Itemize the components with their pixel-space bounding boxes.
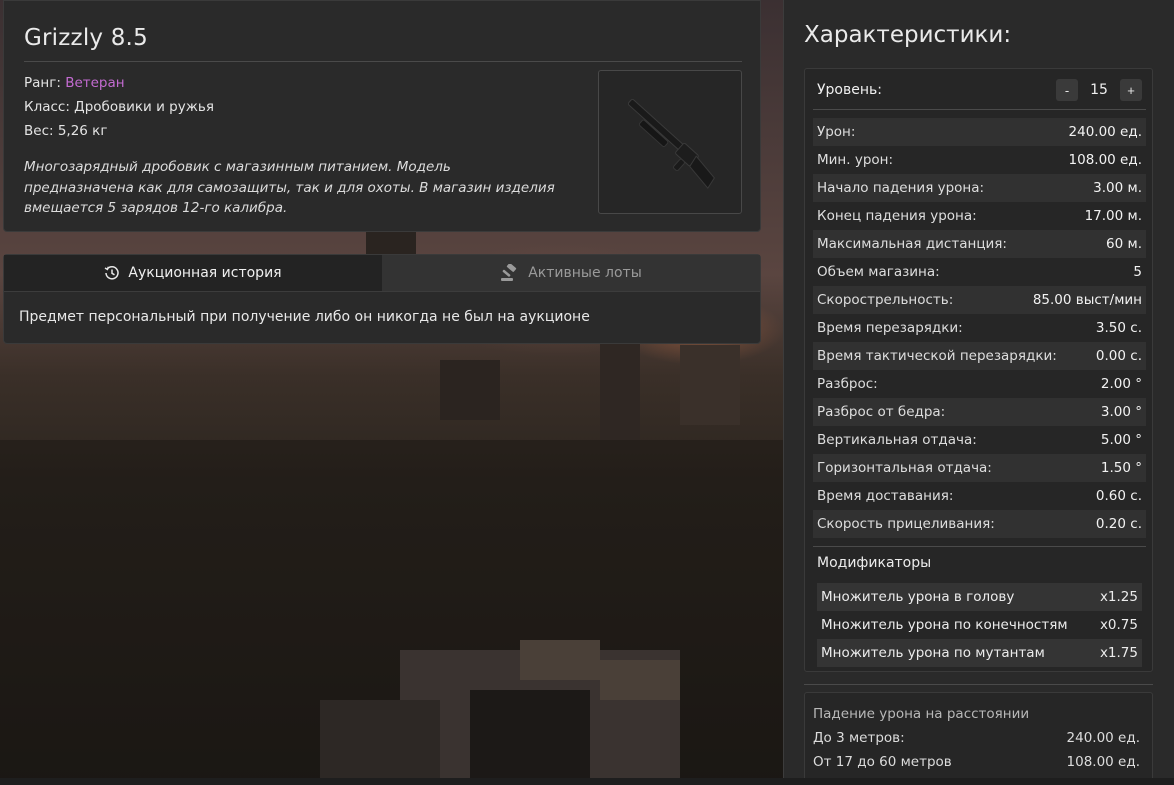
modifier-row: Множитель урона по конечностям x0.75 bbox=[817, 611, 1142, 639]
level-label: Уровень: bbox=[817, 82, 882, 98]
rank-label: Ранг: bbox=[24, 75, 66, 91]
stats-title: Характеристики: bbox=[804, 22, 1012, 48]
stats-divider bbox=[804, 684, 1153, 685]
stat-row: Максимальная дистанция: 60 м. bbox=[813, 230, 1146, 258]
item-class: Класс: Дробовики и ружья bbox=[24, 99, 214, 115]
stat-label: Время тактической перезарядки: bbox=[817, 348, 1057, 364]
stat-row: Мин. урон: 108.00 ед. bbox=[813, 146, 1146, 174]
level-row: Уровень: - 15 + bbox=[817, 77, 1142, 103]
stat-row: Объем магазина: 5 bbox=[813, 258, 1146, 286]
stat-label: Горизонтальная отдача: bbox=[817, 460, 992, 476]
level-increase-button[interactable]: + bbox=[1120, 79, 1142, 101]
item-description: Многозарядный дробовик с магазинным пита… bbox=[24, 159, 555, 216]
level-divider bbox=[813, 109, 1146, 110]
falloff-row: До 3 метров: 240.00 ед. bbox=[813, 730, 1144, 754]
modifiers-divider bbox=[813, 546, 1146, 547]
modifier-row: Множитель урона в голову x1.25 bbox=[817, 583, 1142, 611]
stat-row: Разброс: 2.00 ° bbox=[813, 370, 1146, 398]
stat-value: 1.50 ° bbox=[1100, 460, 1142, 476]
auction-message: Предмет персональный при получение либо … bbox=[19, 309, 590, 325]
stat-value: 85.00 выст/мин bbox=[1032, 292, 1142, 308]
stats-box: Уровень: - 15 + Урон: 240.00 ед. Мин. уро… bbox=[804, 68, 1153, 672]
modifier-row: Множитель урона по мутантам x1.75 bbox=[817, 639, 1142, 667]
bottom-bar bbox=[0, 778, 1174, 785]
stat-value: 240.00 ед. bbox=[1068, 124, 1142, 140]
stat-value: 5 bbox=[1133, 264, 1142, 280]
auction-panel: Аукционная история Активные лоты Предмет… bbox=[3, 254, 761, 344]
stat-row: Время доставания: 0.60 с. bbox=[813, 482, 1146, 510]
stat-row: Скорострельность: 85.00 выст/мин bbox=[813, 286, 1146, 314]
stat-label: Максимальная дистанция: bbox=[817, 236, 1007, 252]
item-title: Grizzly 8.5 bbox=[24, 25, 148, 51]
modifier-list: Множитель урона в голову x1.25 Множитель … bbox=[817, 583, 1142, 667]
stat-label: Скорострельность: bbox=[817, 292, 954, 308]
rank-value: Ветеран bbox=[65, 75, 125, 91]
modifier-value: x1.25 bbox=[1099, 589, 1138, 605]
stats-panel: Характеристики: Уровень: - 15 + Урон: 240… bbox=[783, 0, 1174, 785]
stat-label: Время перезарядки: bbox=[817, 320, 963, 336]
damage-falloff-box: Падение урона на расстоянии До 3 метров:… bbox=[804, 692, 1153, 785]
level-value: 15 bbox=[1090, 82, 1108, 98]
modifier-label: Множитель урона в голову bbox=[821, 589, 1015, 605]
modifiers-title: Модификаторы bbox=[817, 555, 932, 571]
falloff-value: 108.00 ед. bbox=[1066, 754, 1140, 770]
stat-value: 3.50 с. bbox=[1095, 320, 1142, 336]
item-rank: Ранг: Ветеран bbox=[24, 71, 584, 95]
stat-value: 3.00 ° bbox=[1100, 404, 1142, 420]
stat-label: Объем магазина: bbox=[817, 264, 940, 280]
falloff-row: От 17 до 60 метров 108.00 ед. bbox=[813, 754, 1144, 778]
stat-value: 108.00 ед. bbox=[1068, 152, 1142, 168]
falloff-label: От 17 до 60 метров bbox=[813, 754, 952, 770]
stat-label: Скорость прицеливания: bbox=[817, 516, 995, 532]
item-image bbox=[598, 70, 742, 214]
stat-row: Время перезарядки: 3.50 с. bbox=[813, 314, 1146, 342]
stat-value: 2.00 ° bbox=[1100, 376, 1142, 392]
stat-label: Конец падения урона: bbox=[817, 208, 977, 224]
history-icon bbox=[105, 266, 120, 280]
stat-label: Время доставания: bbox=[817, 488, 954, 504]
level-decrease-button[interactable]: - bbox=[1056, 79, 1078, 101]
item-info: Ранг: Ветеран Класс: Дробовики и ружья В… bbox=[24, 71, 584, 219]
auction-tabs: Аукционная история Активные лоты bbox=[4, 255, 760, 292]
stat-row: Время тактической перезарядки: 0.00 с. bbox=[813, 342, 1146, 370]
stat-row: Начало падения урона: 3.00 м. bbox=[813, 174, 1146, 202]
stat-value: 0.00 с. bbox=[1095, 348, 1142, 364]
stat-label: Разброс: bbox=[817, 376, 878, 392]
modifier-value: x0.75 bbox=[1099, 617, 1138, 633]
shotgun-icon bbox=[627, 98, 715, 190]
stat-row: Горизонтальная отдача: 1.50 ° bbox=[813, 454, 1146, 482]
stat-row: Скорость прицеливания: 0.20 с. bbox=[813, 510, 1146, 538]
stat-list: Урон: 240.00 ед. Мин. урон: 108.00 ед. Нач… bbox=[813, 118, 1146, 538]
stat-label: Вертикальная отдача: bbox=[817, 432, 977, 448]
stat-row: Вертикальная отдача: 5.00 ° bbox=[813, 426, 1146, 454]
gavel-icon bbox=[501, 264, 517, 281]
modifier-label: Множитель урона по конечностям bbox=[821, 617, 1068, 633]
falloff-value: 240.00 ед. bbox=[1066, 730, 1140, 746]
item-weight: Вес: 5,26 кг bbox=[24, 123, 108, 139]
modifier-value: x1.75 bbox=[1099, 645, 1138, 661]
tab-active-lots-label: Активные лоты bbox=[528, 265, 642, 281]
stat-value: 0.20 с. bbox=[1095, 516, 1142, 532]
stat-label: Разброс от бедра: bbox=[817, 404, 946, 420]
tab-active-lots[interactable]: Активные лоты bbox=[382, 255, 760, 291]
item-divider bbox=[24, 61, 742, 62]
stat-label: Мин. урон: bbox=[817, 152, 894, 168]
stat-row: Конец падения урона: 17.00 м. bbox=[813, 202, 1146, 230]
stat-value: 0.60 с. bbox=[1095, 488, 1142, 504]
stat-label: Урон: bbox=[817, 124, 856, 140]
tab-auction-history-label: Аукционная история bbox=[128, 265, 282, 281]
modifier-label: Множитель урона по мутантам bbox=[821, 645, 1045, 661]
falloff-title: Падение урона на расстоянии bbox=[813, 706, 1030, 722]
stat-row: Разброс от бедра: 3.00 ° bbox=[813, 398, 1146, 426]
stat-value: 60 м. bbox=[1106, 236, 1142, 252]
item-panel: Grizzly 8.5 Ранг: Ветеран Класс: Дробови… bbox=[3, 0, 761, 232]
falloff-label: До 3 метров: bbox=[813, 730, 905, 746]
stat-value: 17.00 м. bbox=[1084, 208, 1142, 224]
stat-value: 5.00 ° bbox=[1100, 432, 1142, 448]
stat-row: Урон: 240.00 ед. bbox=[813, 118, 1146, 146]
tab-auction-history[interactable]: Аукционная история bbox=[4, 255, 382, 291]
stat-label: Начало падения урона: bbox=[817, 180, 985, 196]
stat-value: 3.00 м. bbox=[1093, 180, 1142, 196]
